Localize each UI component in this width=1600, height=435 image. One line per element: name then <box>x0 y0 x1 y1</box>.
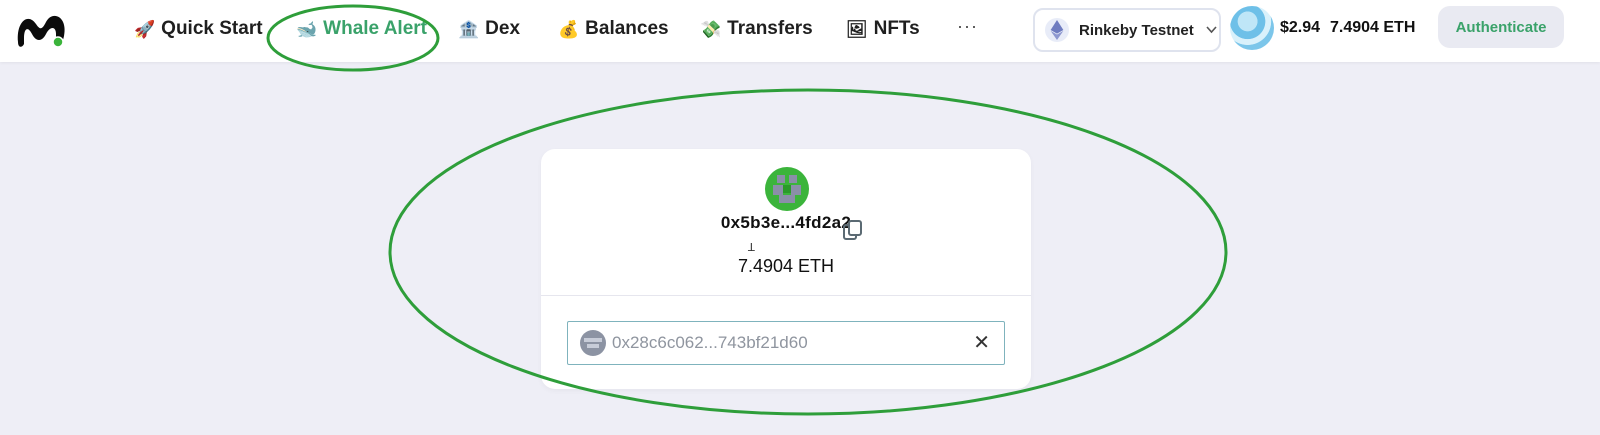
ethereum-icon <box>1045 18 1069 42</box>
nav-label: Balances <box>585 18 669 39</box>
blockie-avatar <box>765 167 809 211</box>
bank-icon: 🏦 <box>458 19 480 39</box>
text-cursor: ꓕ <box>748 242 755 254</box>
close-icon[interactable]: ✕ <box>973 332 990 354</box>
nav-quick-start[interactable]: 🚀 Quick Start <box>134 15 263 43</box>
authenticate-button[interactable]: Authenticate <box>1438 6 1564 48</box>
address-input[interactable] <box>612 333 972 353</box>
nav-nfts[interactable]: 🖼 NFTs <box>846 15 920 43</box>
whale-icon: 🐋 <box>296 19 318 39</box>
money-bag-icon: 💰 <box>558 19 580 39</box>
picture-icon: 🖼 <box>846 19 868 39</box>
address-search-field[interactable]: ✕ <box>567 321 1005 365</box>
nav-label: Transfers <box>727 18 813 39</box>
divider <box>541 295 1031 296</box>
moralis-logo-icon[interactable] <box>12 8 70 52</box>
nav-dex[interactable]: 🏦 Dex <box>458 15 520 43</box>
nav-label: NFTs <box>873 18 920 39</box>
more-menu-button[interactable]: ··· <box>957 16 978 37</box>
nav-balances[interactable]: 💰 Balances <box>558 15 669 43</box>
balance-eth: 7.4904 ETH <box>1330 19 1416 36</box>
nav-label: Dex <box>485 18 521 39</box>
eth-balance: 7.4904 ETH <box>737 256 835 276</box>
nav-whale-alert[interactable]: 🐋 Whale Alert <box>296 15 427 43</box>
top-navbar: 🚀 Quick Start 🐋 Whale Alert 🏦 Dex 💰 Bala… <box>0 0 1600 62</box>
rocket-icon: 🚀 <box>134 19 156 39</box>
network-selector[interactable]: Rinkeby Testnet <box>1033 8 1221 52</box>
address-card: 0x5b3e...4fd2a2 ꓕ 7.4904 ETH ✕ <box>541 149 1031 389</box>
chevron-down-icon <box>1206 23 1217 37</box>
copy-icon[interactable] <box>842 219 864 243</box>
wallet-address: 0x5b3e...4fd2a2 <box>720 213 852 232</box>
nav-label: Whale Alert <box>323 18 427 39</box>
nav-transfers[interactable]: 💸 Transfers <box>700 15 813 43</box>
wallet-avatar[interactable] <box>1230 6 1274 50</box>
money-wings-icon: 💸 <box>700 19 722 39</box>
balance-usd: $2.94 <box>1280 19 1321 36</box>
nav-label: Quick Start <box>161 18 263 39</box>
address-avatar <box>580 330 606 356</box>
network-label: Rinkeby Testnet <box>1079 21 1194 39</box>
